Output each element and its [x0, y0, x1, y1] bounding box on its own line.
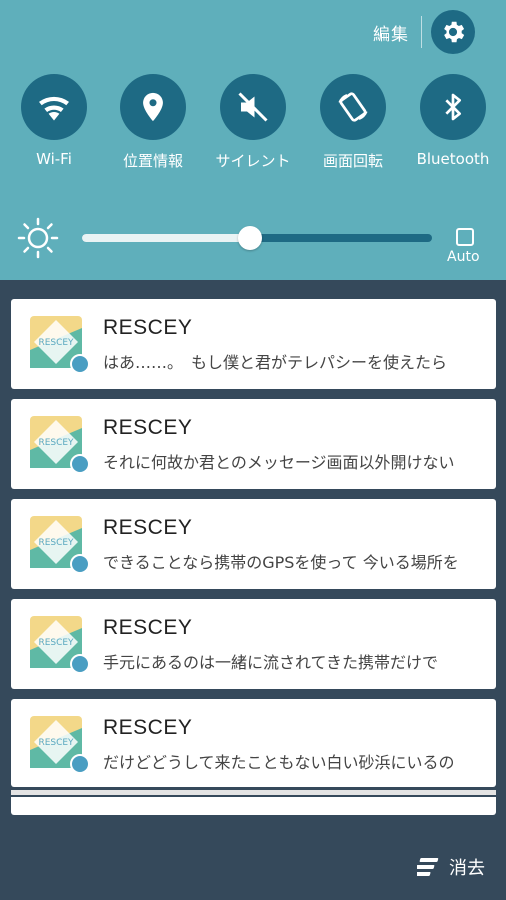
notification-title: RESCEY	[103, 516, 193, 539]
rotate-icon	[338, 92, 368, 122]
notification-card[interactable]: RESCEY RESCEY それに何故か君とのメッセージ画面以外開けない	[11, 399, 496, 489]
brightness-slider-fill	[82, 234, 250, 242]
toggle-silent[interactable]: サイレント	[203, 74, 303, 171]
svg-text:RESCEY: RESCEY	[38, 438, 74, 448]
notification-card[interactable]: RESCEY RESCEY だけどどうして来たこともない白い砂浜にいるの	[11, 699, 496, 787]
toggle-location-label: 位置情報	[122, 152, 183, 170]
toggle-rotate[interactable]: 画面回転	[303, 74, 403, 171]
quick-settings-panel: 編集 Wi-Fi 位置情報 サイレント 画面回転 Bluetooth Auto	[0, 0, 506, 280]
notification-stack-edge	[11, 790, 496, 795]
bluetooth-icon	[445, 93, 461, 121]
toggle-wifi-button[interactable]	[21, 74, 87, 140]
notification-title: RESCEY	[103, 616, 193, 639]
clear-all-icon	[417, 858, 439, 876]
edit-button[interactable]: 編集	[373, 20, 409, 45]
toggle-bluetooth-button[interactable]	[420, 74, 486, 140]
notification-text: 手元にあるのは一緒に流されてきた携帯だけで	[103, 653, 439, 672]
toggle-bluetooth[interactable]: Bluetooth	[403, 74, 503, 168]
rescey-app-icon: RESCEY	[30, 616, 90, 674]
toggle-rotate-label: 画面回転	[322, 152, 383, 170]
clear-all-label: 消去	[449, 858, 485, 879]
notification-text: それに何故か君とのメッセージ画面以外開けない	[103, 453, 455, 472]
settings-button[interactable]	[431, 10, 475, 54]
toggle-rotate-button[interactable]	[320, 74, 386, 140]
brightness-slider[interactable]	[82, 226, 432, 250]
toggle-bluetooth-label: Bluetooth	[416, 150, 490, 168]
notification-title: RESCEY	[103, 416, 193, 439]
silent-icon	[238, 92, 268, 122]
rescey-app-icon: RESCEY	[30, 416, 90, 474]
svg-text:RESCEY: RESCEY	[38, 738, 74, 748]
toggle-location[interactable]: 位置情報	[103, 74, 203, 171]
brightness-icon	[17, 217, 59, 259]
rescey-app-icon: RESCEY	[30, 716, 90, 774]
rescey-app-icon: RESCEY	[30, 516, 90, 574]
brightness-slider-thumb[interactable]	[238, 226, 262, 250]
notification-text: だけどどうして来たこともない白い砂浜にいるの	[103, 753, 455, 772]
toggle-wifi[interactable]: Wi-Fi	[4, 74, 104, 168]
clear-all-button[interactable]: 消去	[417, 854, 485, 880]
gear-icon	[444, 21, 465, 43]
header-divider	[421, 16, 422, 48]
toggle-location-button[interactable]	[120, 74, 186, 140]
wifi-icon	[39, 96, 69, 121]
toggle-silent-button[interactable]	[220, 74, 286, 140]
notification-title: RESCEY	[103, 316, 193, 339]
svg-text:RESCEY: RESCEY	[38, 638, 74, 648]
notification-text: できることなら携帯のGPSを使って 今いる場所を	[103, 553, 459, 572]
notification-stack-edge	[11, 797, 496, 815]
notification-title: RESCEY	[103, 716, 193, 739]
notification-card[interactable]: RESCEY RESCEY はあ……。 もし僕と君がテレパシーを使えたら	[11, 299, 496, 389]
location-icon	[143, 92, 163, 122]
notification-text: はあ……。 もし僕と君がテレパシーを使えたら	[103, 353, 448, 372]
svg-text:RESCEY: RESCEY	[38, 338, 74, 348]
rescey-app-icon: RESCEY	[30, 316, 90, 374]
toggle-silent-label: サイレント	[215, 152, 291, 170]
auto-brightness-checkbox[interactable]	[456, 228, 474, 246]
notification-card[interactable]: RESCEY RESCEY 手元にあるのは一緒に流されてきた携帯だけで	[11, 599, 496, 689]
auto-brightness-label: Auto	[447, 249, 480, 265]
toggle-wifi-label: Wi-Fi	[36, 150, 72, 168]
svg-text:RESCEY: RESCEY	[38, 538, 74, 548]
notification-card[interactable]: RESCEY RESCEY できることなら携帯のGPSを使って 今いる場所を	[11, 499, 496, 589]
